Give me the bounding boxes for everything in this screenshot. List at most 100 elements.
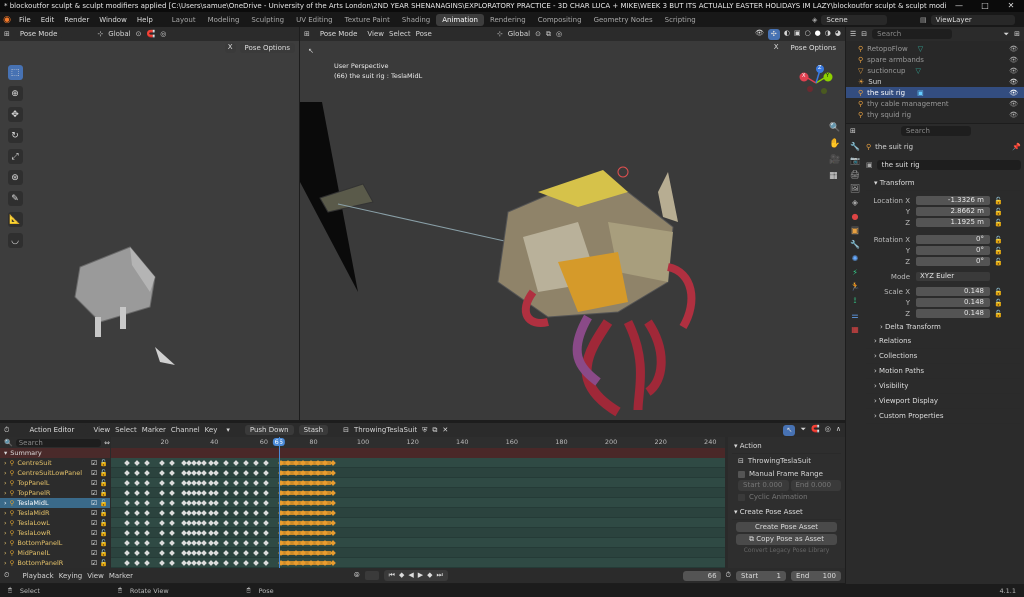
keyframe[interactable] <box>263 540 269 546</box>
main-close-icon[interactable]: X <box>770 43 782 53</box>
rotation-y-field[interactable]: 0° <box>916 246 990 255</box>
rotate-tool-icon[interactable]: ↻ <box>7 128 23 143</box>
tab-sculpting[interactable]: Sculpting <box>245 14 290 26</box>
keyframe[interactable] <box>158 520 165 526</box>
chevron-right-icon[interactable]: › <box>4 549 7 557</box>
keyframe[interactable] <box>124 540 130 546</box>
keyframe[interactable] <box>213 560 220 566</box>
keyframe[interactable] <box>233 530 239 536</box>
ae-menu-key[interactable]: Key <box>205 426 218 434</box>
lock-icon[interactable]: 🔓 <box>994 247 1003 255</box>
lock-icon[interactable]: 🔓 <box>994 197 1003 205</box>
keyframe[interactable] <box>243 560 249 566</box>
keyframe[interactable] <box>253 460 259 466</box>
outliner-item-retopoflow[interactable]: ⚲ RetopoFlow ▽ 👁 <box>846 43 1024 54</box>
playhead[interactable] <box>278 437 280 568</box>
channel-checkbox-icon[interactable]: ☑ <box>91 519 97 527</box>
keyframe[interactable] <box>201 490 207 496</box>
keyframe[interactable] <box>243 480 249 486</box>
tab-geometry-nodes[interactable]: Geometry Nodes <box>588 14 659 26</box>
keyframe-type-icon[interactable]: ▾ <box>226 426 230 434</box>
chevron-right-icon[interactable]: › <box>4 499 7 507</box>
outliner-search-input[interactable]: Search <box>872 29 953 39</box>
keyframe[interactable] <box>329 460 336 466</box>
location-x-field[interactable]: -1.3326 m <box>916 196 990 205</box>
outliner-item-spare-armbands[interactable]: ⚲ spare armbands 👁 <box>846 54 1024 65</box>
properties-search-input[interactable]: Search <box>900 126 971 136</box>
chevron-right-icon[interactable]: › <box>4 459 7 467</box>
rotation-mode-dropdown[interactable]: XYZ Euler <box>916 272 990 281</box>
view-layer-tab-icon[interactable]: 🖼 <box>850 184 860 193</box>
keyframe[interactable] <box>213 520 220 526</box>
keyframe[interactable] <box>158 550 165 556</box>
channel-row[interactable]: › ⚲ MidPanelL ☑ 🔓 <box>0 548 110 558</box>
keyframe[interactable] <box>143 530 150 536</box>
keyframe[interactable] <box>253 510 259 516</box>
keyframe[interactable] <box>158 530 165 536</box>
keyframe[interactable] <box>243 490 249 496</box>
tab-modeling[interactable]: Modeling <box>202 14 246 26</box>
channel-lock-icon[interactable]: 🔓 <box>100 529 108 537</box>
keyframe[interactable] <box>134 470 140 476</box>
keyframe[interactable] <box>134 520 140 526</box>
ae-menu-view[interactable]: View <box>93 426 110 434</box>
bone-tab-icon[interactable]: ⚌ <box>851 311 858 320</box>
current-frame-field[interactable]: 66 <box>682 570 721 581</box>
object-tab-icon[interactable]: ▣ <box>851 226 859 235</box>
modifier-tab-icon[interactable]: 🔧 <box>850 240 860 249</box>
transform-panel-header[interactable]: ▾ Transform <box>866 176 1021 191</box>
keyframe[interactable] <box>134 550 140 556</box>
camera-icon[interactable]: 🎥 <box>829 155 840 165</box>
summary-channel[interactable]: ▾ Summary <box>0 448 110 458</box>
keyframe[interactable] <box>168 490 175 496</box>
move-tool-icon[interactable]: ✥ <box>7 107 23 122</box>
keyframe[interactable] <box>253 550 259 556</box>
tool-tab-icon[interactable]: 🔧 <box>850 142 860 151</box>
keying-set-dropdown[interactable] <box>364 571 379 580</box>
keyframe[interactable] <box>158 510 165 516</box>
keyframe[interactable] <box>263 520 269 526</box>
keyframe[interactable] <box>329 500 336 506</box>
keyframe[interactable] <box>329 530 336 536</box>
keyframe[interactable] <box>263 510 269 516</box>
main-orientation-dropdown[interactable]: Global <box>508 30 530 38</box>
channel-checkbox-icon[interactable]: ☑ <box>91 529 97 537</box>
cyclic-checkbox[interactable] <box>738 493 745 501</box>
keyframe[interactable] <box>134 560 140 566</box>
keyframe[interactable] <box>124 490 130 496</box>
channel-lock-icon[interactable]: 🔓 <box>100 559 108 567</box>
keyframe[interactable] <box>233 510 239 516</box>
main-menu-view[interactable]: View <box>367 30 384 38</box>
constraints-tab-icon[interactable]: 🏃 <box>850 282 860 291</box>
keyframe[interactable] <box>253 490 259 496</box>
object-type-icon[interactable]: ▣ <box>866 161 873 169</box>
scene-field[interactable]: Scene <box>821 14 888 25</box>
maximize-button[interactable]: □ <box>972 0 998 12</box>
channel-lock-icon[interactable]: 🔓 <box>100 469 108 477</box>
keyframe[interactable] <box>168 480 175 486</box>
outliner-filter-icon[interactable]: ⊟ <box>861 30 867 38</box>
tab-compositing[interactable]: Compositing <box>532 14 588 26</box>
keyframe[interactable] <box>263 470 269 476</box>
keyframe[interactable] <box>233 500 239 506</box>
lock-icon[interactable]: 🔓 <box>994 236 1003 244</box>
solid-shading-icon[interactable]: ● <box>815 29 821 40</box>
keyframe[interactable] <box>168 550 175 556</box>
location-y-field[interactable]: 2.8662 m <box>916 207 990 216</box>
lock-icon[interactable]: 🔓 <box>994 299 1003 307</box>
main-orientation-icon[interactable]: ⊹ <box>497 30 503 38</box>
rendered-shading-icon[interactable]: ◕ <box>835 29 841 40</box>
keyframe[interactable] <box>134 510 140 516</box>
keyframe[interactable] <box>213 490 220 496</box>
curve-icon[interactable]: ∧ <box>836 425 841 436</box>
keyframe[interactable] <box>253 480 259 486</box>
swap-icon[interactable]: ⇔ <box>104 439 110 447</box>
preview-range-icon[interactable]: ⏱ <box>726 571 731 580</box>
keyframe[interactable] <box>168 530 175 536</box>
delta-transform-header[interactable]: › Delta Transform <box>866 319 1021 334</box>
keyframe[interactable] <box>168 510 175 516</box>
tab-layout[interactable]: Layout <box>166 14 202 26</box>
keyframe[interactable] <box>213 480 220 486</box>
keyframe[interactable] <box>213 460 220 466</box>
channel-row[interactable]: › ⚲ CentreSuit ☑ 🔓 <box>0 458 110 468</box>
